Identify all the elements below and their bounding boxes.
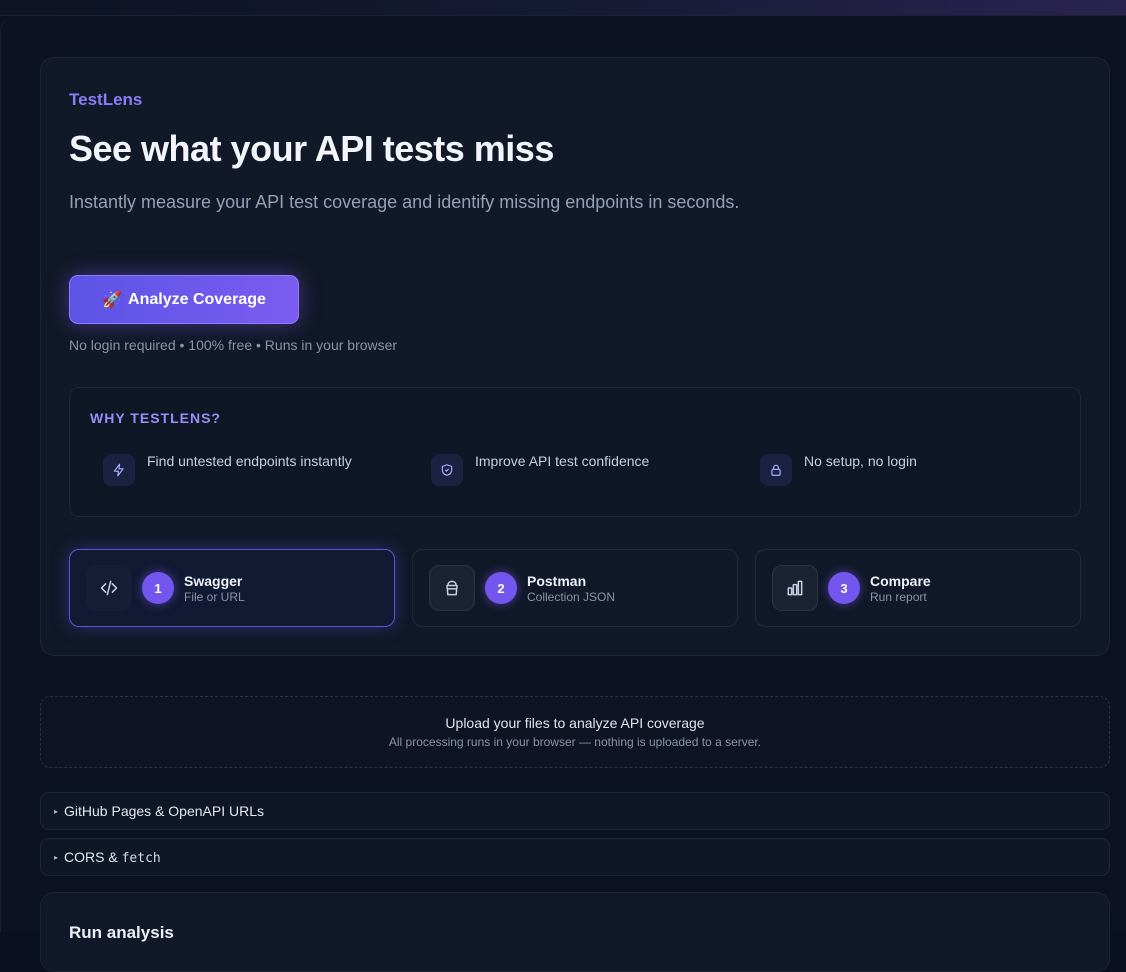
hero-card: TestLens See what your API tests miss In… bbox=[40, 57, 1110, 656]
feature-item: No setup, no login bbox=[760, 452, 917, 486]
feature-item: Improve API test confidence bbox=[431, 452, 649, 486]
step-subtitle: Collection JSON bbox=[527, 590, 616, 604]
disclosure-label: CORS & fetch bbox=[64, 849, 161, 866]
analyze-coverage-button[interactable]: 🚀 Analyze Coverage bbox=[69, 275, 299, 324]
why-title: WHY TESTLENS? bbox=[90, 410, 221, 426]
step-title: Swagger bbox=[184, 573, 243, 589]
step-title: Postman bbox=[527, 573, 587, 589]
feature-item: Find untested endpoints instantly bbox=[103, 452, 352, 486]
rocket-icon: 🚀 bbox=[102, 291, 123, 309]
step-compare[interactable]: 3 Compare Run report bbox=[755, 549, 1081, 627]
step-swagger[interactable]: 1 Swagger File or URL bbox=[69, 549, 395, 627]
brand-name: TestLens bbox=[69, 90, 143, 109]
run-analysis-title: Run analysis bbox=[69, 923, 174, 942]
step-number: 2 bbox=[485, 572, 517, 604]
upload-dropzone[interactable]: Upload your files to analyze API coverag… bbox=[40, 696, 1110, 768]
step-postman[interactable]: 2 Postman Collection JSON bbox=[412, 549, 738, 627]
step-title: Compare bbox=[870, 573, 931, 589]
upload-subtitle: All processing runs in your browser — no… bbox=[388, 735, 762, 749]
feature-text: No setup, no login bbox=[804, 453, 917, 469]
cors-fetch-disclosure[interactable]: ▸ CORS & fetch bbox=[40, 838, 1110, 876]
feature-text: Find untested endpoints instantly bbox=[147, 453, 352, 469]
step-subtitle: Run report bbox=[870, 590, 927, 604]
window-top-bar bbox=[0, 0, 1126, 16]
step-subtitle: File or URL bbox=[184, 590, 245, 604]
analyze-coverage-label: Analyze Coverage bbox=[128, 290, 266, 308]
cta-note: No login required • 100% free • Runs in … bbox=[69, 337, 398, 353]
upload-title: Upload your files to analyze API coverag… bbox=[445, 715, 705, 731]
shield-check-icon bbox=[431, 454, 463, 486]
code-icon bbox=[86, 565, 132, 611]
step-number: 1 bbox=[142, 572, 174, 604]
lightning-icon bbox=[103, 454, 135, 486]
disclosure-triangle-icon: ▸ bbox=[54, 806, 59, 816]
disclosure-triangle-icon: ▸ bbox=[54, 852, 59, 862]
steps-row: 1 Swagger File or URL 2 Postman Collecti… bbox=[69, 549, 1081, 628]
step-number: 3 bbox=[828, 572, 860, 604]
bar-chart-icon bbox=[772, 565, 818, 611]
disclosure-label: GitHub Pages & OpenAPI URLs bbox=[64, 803, 265, 819]
github-openapi-disclosure[interactable]: ▸ GitHub Pages & OpenAPI URLs bbox=[40, 792, 1110, 830]
why-testlens-panel: WHY TESTLENS? Find untested endpoints in… bbox=[69, 387, 1081, 517]
run-analysis-card: Run analysis bbox=[40, 892, 1110, 972]
disclosure-code: fetch bbox=[121, 850, 161, 866]
page-title: See what your API tests miss bbox=[69, 128, 554, 169]
archive-icon bbox=[429, 565, 475, 611]
app-container: TestLens See what your API tests miss In… bbox=[0, 16, 1126, 972]
lock-icon bbox=[760, 454, 792, 486]
hero-subheading: Instantly measure your API test coverage… bbox=[69, 192, 740, 212]
disclosure-label-text: CORS & bbox=[64, 848, 122, 865]
feature-text: Improve API test confidence bbox=[475, 453, 650, 469]
